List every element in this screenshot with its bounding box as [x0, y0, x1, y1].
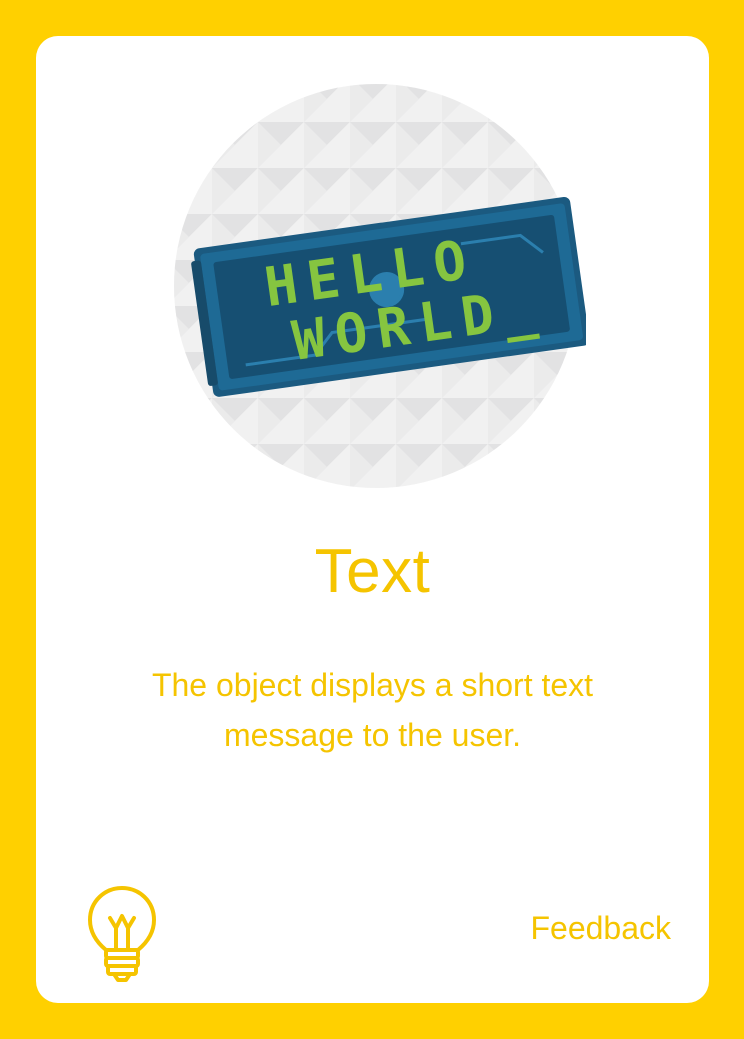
card-description: The object displays a short text message… [151, 667, 594, 753]
lightbulb-icon[interactable] [86, 884, 158, 982]
hello-world-sign-icon: HELLO WORLD_ [174, 84, 586, 488]
card-title: Text [314, 537, 431, 606]
feedback-link[interactable]: Feedback [530, 910, 671, 947]
card: HELLO WORLD_ Text The object displays a … [36, 36, 709, 1003]
